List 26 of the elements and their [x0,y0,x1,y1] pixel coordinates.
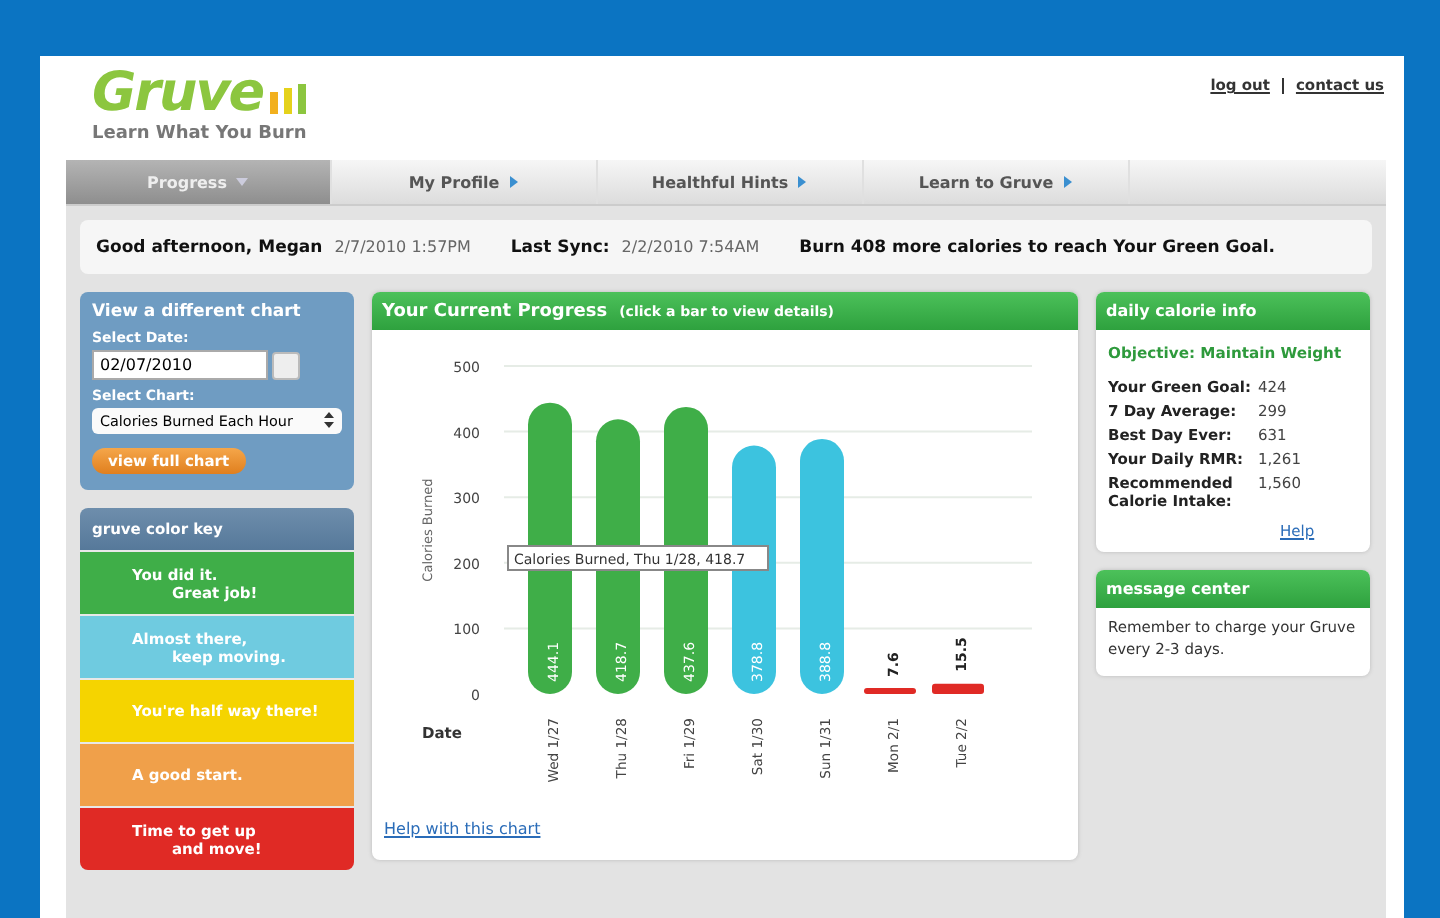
current-datetime: 2/7/2010 1:57PM [334,238,471,256]
panel-title: daily calorie info [1106,302,1257,320]
caret-down-icon [236,177,249,187]
caret-right-icon [1063,176,1074,188]
nav-tab[interactable]: Learn to Gruve [864,160,1130,204]
tagline: Learn What You Burn [92,124,308,144]
logo-text: Gruve [92,64,264,124]
caret-right-icon [798,176,809,188]
caret-right-icon [509,176,520,188]
panel-title: message center [1106,580,1250,598]
logo-bars-icon [267,82,308,114]
bar[interactable] [664,406,708,694]
panel-title: View a different chart [92,302,303,322]
sync-label: Last Sync: [510,237,610,257]
bar[interactable] [864,688,916,694]
date-field[interactable]: 02/07/2010 [92,350,268,380]
up-down-arrows-icon [324,412,334,428]
greeting-text: Good afternoon, Megan [96,237,323,257]
bar[interactable] [932,683,984,694]
help-link[interactable]: Help with this chart [384,820,541,838]
panel-title: Your Current Progress [382,301,608,321]
bar[interactable] [800,438,844,694]
nav-tab[interactable]: My Profile [332,160,598,204]
nav-tab[interactable]: Healthful Hints [598,160,864,204]
goal-message: Burn 408 more calories to reach Your Green Goal. [799,237,1275,257]
sync-time: 2/2/2010 7:54AM [621,238,760,256]
